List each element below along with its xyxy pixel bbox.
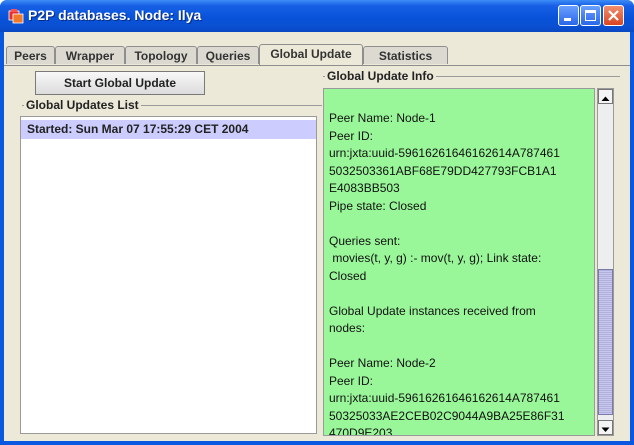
global-updates-list-title: Global Updates List	[24, 98, 141, 112]
maximize-button[interactable]	[580, 5, 601, 26]
scrollbar-thumb[interactable]	[598, 269, 613, 415]
maximize-icon	[585, 10, 596, 21]
global-update-info-title: Global Update Info	[325, 69, 436, 83]
tab-topology[interactable]: Topology	[125, 46, 197, 64]
global-updates-list[interactable]: Started: Sun Mar 07 17:55:29 CET 2004	[20, 116, 317, 434]
scroll-up-button[interactable]	[598, 89, 613, 104]
list-item[interactable]: Started: Sun Mar 07 17:55:29 CET 2004	[21, 120, 316, 139]
tab-queries[interactable]: Queries	[197, 46, 259, 64]
close-button[interactable]	[603, 5, 624, 26]
app-window: P2P databases. Node: Ilya Peers Wrapper …	[0, 0, 634, 445]
arrow-down-icon	[601, 427, 610, 432]
global-update-info-panel[interactable]: Peer Name: Node-1 Peer ID: urn:jxta:uuid…	[323, 88, 595, 436]
arrow-up-icon	[601, 96, 610, 101]
start-global-update-button[interactable]: Start Global Update	[35, 71, 205, 95]
title-bar[interactable]: P2P databases. Node: Ilya	[0, 0, 634, 32]
global-update-info-text: Peer Name: Node-1 Peer ID: urn:jxta:uuid…	[329, 111, 565, 436]
minimize-button[interactable]	[558, 5, 579, 26]
tab-divider	[4, 65, 630, 66]
tab-statistics[interactable]: Statistics	[363, 46, 448, 64]
tab-wrapper[interactable]: Wrapper	[55, 46, 125, 64]
window-title: P2P databases. Node: Ilya	[28, 7, 202, 23]
app-icon	[8, 9, 24, 24]
close-icon	[608, 10, 619, 21]
tab-bar: Peers Wrapper Topology Queries Global Up…	[4, 44, 630, 66]
scroll-down-button[interactable]	[598, 420, 613, 435]
tab-global-update[interactable]: Global Update	[259, 44, 363, 65]
info-scrollbar[interactable]	[597, 88, 614, 436]
minimize-icon	[564, 18, 571, 21]
tab-peers[interactable]: Peers	[6, 46, 55, 64]
